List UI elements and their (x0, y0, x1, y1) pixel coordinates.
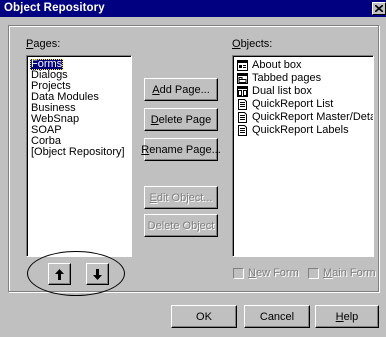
ok-button[interactable]: OK (171, 305, 237, 328)
add-page-button[interactable]: Add Page... (144, 78, 218, 101)
pages-list-item[interactable]: [Object Repository] (30, 147, 126, 158)
report-icon (237, 125, 248, 136)
report-icon (237, 99, 248, 110)
objects-label: Objects: (232, 38, 273, 50)
form-icon (237, 60, 248, 71)
help-button[interactable]: Help (315, 305, 379, 328)
object-repository-dialog: Object Repository Pages: Forms Dialogs Pro… (0, 0, 386, 337)
cancel-button[interactable]: Cancel (244, 305, 310, 328)
delete-object-button[interactable]: Delete Object (144, 214, 218, 237)
objects-list-item-label: Dual list box (252, 85, 312, 97)
close-icon (375, 5, 383, 12)
main-form-checkbox[interactable]: Main Form (308, 267, 376, 279)
objects-list[interactable]: About box Tabbed pages Dual list box QuickR… (232, 55, 374, 257)
dual-list-icon (237, 86, 248, 97)
objects-list-item-label: QuickReport Labels (252, 124, 349, 136)
rename-page-button[interactable]: Rename Page... (141, 138, 221, 161)
window-title: Object Repository (4, 2, 105, 14)
delete-page-button[interactable]: Delete Page (144, 108, 218, 131)
new-form-checkbox-box[interactable] (233, 267, 244, 279)
report-icon (237, 112, 248, 123)
title-bar: Object Repository (0, 0, 386, 17)
pages-label: Pages: (26, 38, 61, 50)
objects-list-item-label: QuickReport List (252, 98, 334, 110)
new-form-checkbox[interactable]: New Form (233, 267, 299, 279)
tabbed-form-icon (237, 73, 248, 84)
close-button[interactable] (372, 2, 386, 15)
highlight-ellipse (27, 251, 125, 296)
main-form-checkbox-box[interactable] (308, 267, 319, 279)
edit-object-button[interactable]: Edit Object... (144, 186, 218, 209)
objects-list-item-label: About box (252, 59, 302, 71)
objects-list-item-label: QuickReport Master/Detail (252, 111, 374, 123)
pages-list[interactable]: Forms Dialogs Projects Data Modules Business… (26, 55, 132, 257)
objects-list-item-label: Tabbed pages (252, 72, 322, 84)
